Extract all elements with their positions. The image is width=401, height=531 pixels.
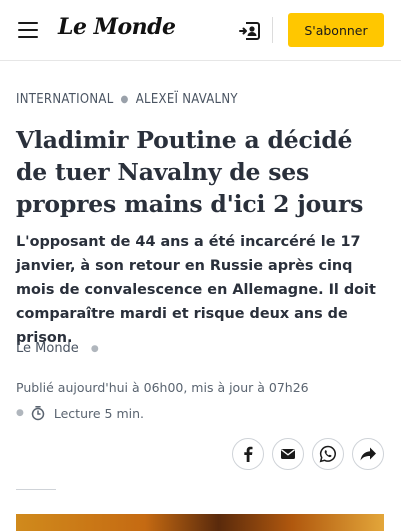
byline: Le Monde ● — [16, 341, 99, 356]
share-email-button[interactable] — [272, 438, 304, 470]
byline-separator: ● — [90, 343, 99, 354]
share-whatsapp-button[interactable] — [312, 438, 344, 470]
reading-time-label: Lecture 5 min. — [53, 405, 144, 421]
facebook-icon — [244, 446, 253, 462]
section-divider — [16, 489, 56, 490]
article-title: Vladimir Poutine a décidé de tuer Navaln… — [16, 126, 364, 218]
publish-date: Publié aujourd'hui à 06h00, mis à jour à… — [16, 380, 309, 395]
author-name[interactable]: Le Monde — [16, 341, 79, 356]
article-lede: L'opposant de 44 ans a été incarcéré le … — [16, 234, 376, 346]
site-logo[interactable]: Le Monde — [58, 14, 176, 40]
breadcrumb-topic[interactable]: ALEXEÏ NAVALNY — [136, 92, 238, 107]
mail-icon — [281, 449, 295, 459]
menu-button[interactable] — [18, 22, 38, 38]
share-arrow-icon — [360, 447, 376, 461]
whatsapp-icon — [319, 445, 336, 463]
breadcrumb: INTERNATIONAL ● ALEXEÏ NAVALNY — [16, 92, 238, 107]
subscribe-button[interactable]: S'abonner — [288, 13, 384, 47]
login-icon — [239, 22, 260, 40]
reading-time: ● Lecture 5 min. — [16, 405, 144, 421]
breadcrumb-separator: ● — [120, 94, 129, 105]
account-button[interactable] — [237, 18, 263, 44]
header-divider — [272, 17, 273, 43]
clock-icon — [31, 406, 45, 421]
meta-separator: ● — [16, 408, 24, 418]
breadcrumb-section[interactable]: INTERNATIONAL — [16, 92, 114, 107]
hero-image — [16, 514, 384, 531]
site-header: Le Monde S'abonner — [0, 0, 401, 61]
share-more-button[interactable] — [352, 438, 384, 470]
share-facebook-button[interactable] — [232, 438, 264, 470]
